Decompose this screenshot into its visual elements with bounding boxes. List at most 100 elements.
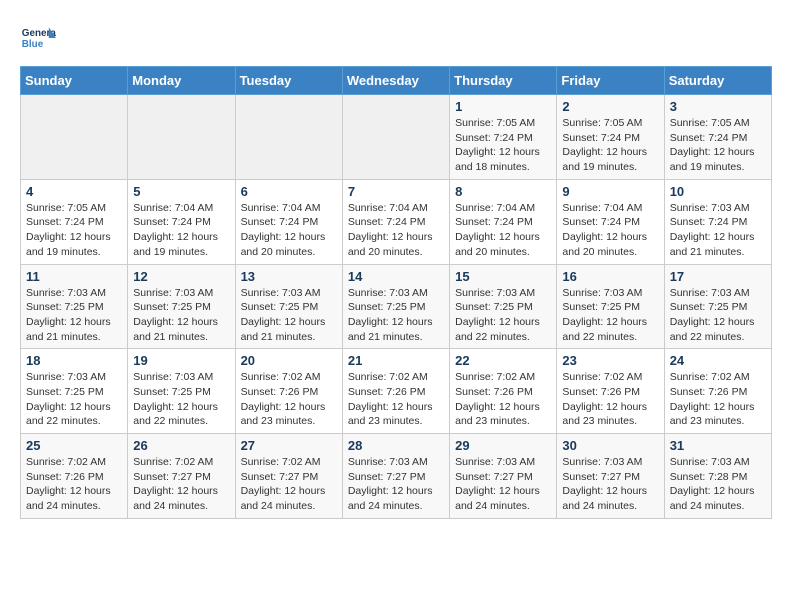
logo: General Blue bbox=[20, 20, 62, 56]
week-row-3: 11 Sunrise: 7:03 AM Sunset: 7:25 PM Dayli… bbox=[21, 264, 772, 349]
day-info: Sunrise: 7:03 AM Sunset: 7:25 PM Dayligh… bbox=[562, 286, 658, 345]
day-number: 19 bbox=[133, 353, 229, 368]
day-number: 27 bbox=[241, 438, 337, 453]
day-number: 1 bbox=[455, 99, 551, 114]
day-cell: 1 Sunrise: 7:05 AM Sunset: 7:24 PM Daylig… bbox=[450, 95, 557, 180]
day-number: 22 bbox=[455, 353, 551, 368]
header-saturday: Saturday bbox=[664, 67, 771, 95]
day-cell: 20 Sunrise: 7:02 AM Sunset: 7:26 PM Dayli… bbox=[235, 349, 342, 434]
day-cell: 10 Sunrise: 7:03 AM Sunset: 7:24 PM Dayli… bbox=[664, 179, 771, 264]
day-info: Sunrise: 7:02 AM Sunset: 7:26 PM Dayligh… bbox=[670, 370, 766, 429]
week-row-1: 1 Sunrise: 7:05 AM Sunset: 7:24 PM Daylig… bbox=[21, 95, 772, 180]
day-number: 11 bbox=[26, 269, 122, 284]
day-info: Sunrise: 7:04 AM Sunset: 7:24 PM Dayligh… bbox=[348, 201, 444, 260]
header-wednesday: Wednesday bbox=[342, 67, 449, 95]
day-info: Sunrise: 7:03 AM Sunset: 7:25 PM Dayligh… bbox=[26, 370, 122, 429]
day-info: Sunrise: 7:05 AM Sunset: 7:24 PM Dayligh… bbox=[562, 116, 658, 175]
day-cell: 27 Sunrise: 7:02 AM Sunset: 7:27 PM Dayli… bbox=[235, 434, 342, 519]
day-cell: 14Sunrise: 7:03 AM Sunset: 7:25 PM Dayli… bbox=[342, 264, 449, 349]
day-cell: 9 Sunrise: 7:04 AM Sunset: 7:24 PM Daylig… bbox=[557, 179, 664, 264]
day-info: Sunrise: 7:04 AM Sunset: 7:24 PM Dayligh… bbox=[133, 201, 229, 260]
week-row-5: 25 Sunrise: 7:02 AM Sunset: 7:26 PM Dayli… bbox=[21, 434, 772, 519]
day-number: 6 bbox=[241, 184, 337, 199]
day-number: 15 bbox=[455, 269, 551, 284]
day-info: Sunrise: 7:02 AM Sunset: 7:26 PM Dayligh… bbox=[562, 370, 658, 429]
day-number: 5 bbox=[133, 184, 229, 199]
day-info: Sunrise: 7:04 AM Sunset: 7:24 PM Dayligh… bbox=[241, 201, 337, 260]
day-cell: 18 Sunrise: 7:03 AM Sunset: 7:25 PM Dayli… bbox=[21, 349, 128, 434]
day-number: 9 bbox=[562, 184, 658, 199]
day-number: 10 bbox=[670, 184, 766, 199]
day-cell: 29Sunrise: 7:03 AM Sunset: 7:27 PM Dayli… bbox=[450, 434, 557, 519]
day-info: Sunrise: 7:03 AM Sunset: 7:25 PM Dayligh… bbox=[26, 286, 122, 345]
day-number: 23 bbox=[562, 353, 658, 368]
week-row-4: 18 Sunrise: 7:03 AM Sunset: 7:25 PM Dayli… bbox=[21, 349, 772, 434]
day-cell: 2 Sunrise: 7:05 AM Sunset: 7:24 PM Daylig… bbox=[557, 95, 664, 180]
day-info: Sunrise: 7:03 AM Sunset: 7:25 PM Dayligh… bbox=[670, 286, 766, 345]
day-cell bbox=[342, 95, 449, 180]
day-cell: 15 Sunrise: 7:03 AM Sunset: 7:25 PM Dayli… bbox=[450, 264, 557, 349]
header: General Blue bbox=[20, 20, 772, 56]
day-cell: 23 Sunrise: 7:02 AM Sunset: 7:26 PM Dayli… bbox=[557, 349, 664, 434]
day-number: 8 bbox=[455, 184, 551, 199]
day-info: Sunrise: 7:03 AM Sunset: 7:25 PM Dayligh… bbox=[455, 286, 551, 345]
day-info: Sunrise: 7:04 AM Sunset: 7:24 PM Dayligh… bbox=[455, 201, 551, 260]
day-cell: 7 Sunrise: 7:04 AM Sunset: 7:24 PM Daylig… bbox=[342, 179, 449, 264]
day-cell: 19Sunrise: 7:03 AM Sunset: 7:25 PM Dayli… bbox=[128, 349, 235, 434]
day-info: Sunrise: 7:03 AM Sunset: 7:24 PM Dayligh… bbox=[670, 201, 766, 260]
day-number: 13 bbox=[241, 269, 337, 284]
day-info: Sunrise: 7:05 AM Sunset: 7:24 PM Dayligh… bbox=[26, 201, 122, 260]
day-number: 25 bbox=[26, 438, 122, 453]
day-cell: 17 Sunrise: 7:03 AM Sunset: 7:25 PM Dayli… bbox=[664, 264, 771, 349]
day-number: 4 bbox=[26, 184, 122, 199]
day-cell: 21Sunrise: 7:02 AM Sunset: 7:26 PM Dayli… bbox=[342, 349, 449, 434]
day-cell: 22 Sunrise: 7:02 AM Sunset: 7:26 PM Dayli… bbox=[450, 349, 557, 434]
day-info: Sunrise: 7:02 AM Sunset: 7:26 PM Dayligh… bbox=[26, 455, 122, 514]
header-sunday: Sunday bbox=[21, 67, 128, 95]
day-number: 17 bbox=[670, 269, 766, 284]
day-number: 29 bbox=[455, 438, 551, 453]
day-cell: 3 Sunrise: 7:05 AM Sunset: 7:24 PM Daylig… bbox=[664, 95, 771, 180]
day-info: Sunrise: 7:02 AM Sunset: 7:26 PM Dayligh… bbox=[241, 370, 337, 429]
day-number: 31 bbox=[670, 438, 766, 453]
day-info: Sunrise: 7:03 AM Sunset: 7:27 PM Dayligh… bbox=[562, 455, 658, 514]
day-number: 30 bbox=[562, 438, 658, 453]
day-info: Sunrise: 7:02 AM Sunset: 7:27 PM Dayligh… bbox=[241, 455, 337, 514]
day-info: Sunrise: 7:03 AM Sunset: 7:25 PM Dayligh… bbox=[348, 286, 444, 345]
day-info: Sunrise: 7:02 AM Sunset: 7:26 PM Dayligh… bbox=[348, 370, 444, 429]
header-friday: Friday bbox=[557, 67, 664, 95]
day-info: Sunrise: 7:02 AM Sunset: 7:27 PM Dayligh… bbox=[133, 455, 229, 514]
week-row-2: 4 Sunrise: 7:05 AM Sunset: 7:24 PM Daylig… bbox=[21, 179, 772, 264]
day-cell: 8 Sunrise: 7:04 AM Sunset: 7:24 PM Daylig… bbox=[450, 179, 557, 264]
day-number: 2 bbox=[562, 99, 658, 114]
day-number: 7 bbox=[348, 184, 444, 199]
day-number: 24 bbox=[670, 353, 766, 368]
day-info: Sunrise: 7:03 AM Sunset: 7:28 PM Dayligh… bbox=[670, 455, 766, 514]
calendar: SundayMondayTuesdayWednesdayThursdayFrid… bbox=[20, 66, 772, 519]
logo-icon: General Blue bbox=[20, 20, 56, 56]
day-cell: 11 Sunrise: 7:03 AM Sunset: 7:25 PM Dayli… bbox=[21, 264, 128, 349]
day-number: 18 bbox=[26, 353, 122, 368]
day-info: Sunrise: 7:03 AM Sunset: 7:25 PM Dayligh… bbox=[133, 286, 229, 345]
day-cell: 5 Sunrise: 7:04 AM Sunset: 7:24 PM Daylig… bbox=[128, 179, 235, 264]
svg-text:Blue: Blue bbox=[22, 39, 44, 50]
day-info: Sunrise: 7:03 AM Sunset: 7:25 PM Dayligh… bbox=[241, 286, 337, 345]
day-info: Sunrise: 7:05 AM Sunset: 7:24 PM Dayligh… bbox=[670, 116, 766, 175]
day-number: 16 bbox=[562, 269, 658, 284]
day-cell: 6 Sunrise: 7:04 AM Sunset: 7:24 PM Daylig… bbox=[235, 179, 342, 264]
day-info: Sunrise: 7:05 AM Sunset: 7:24 PM Dayligh… bbox=[455, 116, 551, 175]
day-info: Sunrise: 7:03 AM Sunset: 7:27 PM Dayligh… bbox=[348, 455, 444, 514]
day-cell: 4 Sunrise: 7:05 AM Sunset: 7:24 PM Daylig… bbox=[21, 179, 128, 264]
day-cell: 25 Sunrise: 7:02 AM Sunset: 7:26 PM Dayli… bbox=[21, 434, 128, 519]
day-cell: 28 Sunrise: 7:03 AM Sunset: 7:27 PM Dayli… bbox=[342, 434, 449, 519]
day-number: 28 bbox=[348, 438, 444, 453]
day-number: 3 bbox=[670, 99, 766, 114]
day-cell bbox=[128, 95, 235, 180]
day-number: 20 bbox=[241, 353, 337, 368]
header-monday: Monday bbox=[128, 67, 235, 95]
day-info: Sunrise: 7:02 AM Sunset: 7:26 PM Dayligh… bbox=[455, 370, 551, 429]
day-info: Sunrise: 7:04 AM Sunset: 7:24 PM Dayligh… bbox=[562, 201, 658, 260]
day-cell: 13 Sunrise: 7:03 AM Sunset: 7:25 PM Dayli… bbox=[235, 264, 342, 349]
day-cell: 12Sunrise: 7:03 AM Sunset: 7:25 PM Dayli… bbox=[128, 264, 235, 349]
day-number: 26 bbox=[133, 438, 229, 453]
